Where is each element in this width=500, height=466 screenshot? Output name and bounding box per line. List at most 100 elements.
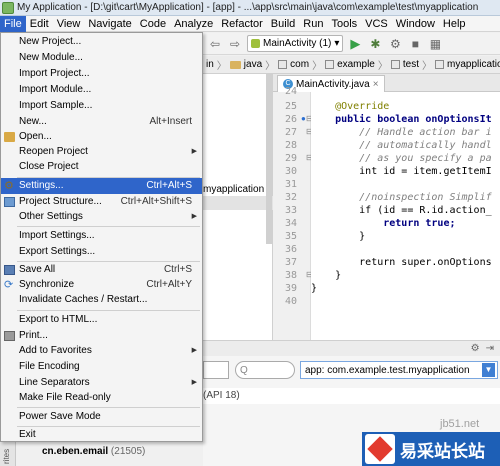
- code-line: // automatically handl: [311, 140, 492, 151]
- process-pid: (21505): [110, 446, 146, 457]
- hide-panel-icon[interactable]: ⇥: [486, 343, 494, 354]
- process-list-item[interactable]: cn.eben.email (21505): [42, 446, 145, 457]
- breadcrumb-item[interactable]: test: [388, 59, 422, 70]
- menu-item-new-module[interactable]: New Module...: [1, 50, 202, 66]
- tab-label: MainActivity.java: [296, 78, 370, 90]
- menu-window[interactable]: Window: [392, 16, 439, 32]
- menu-item-reopen-project[interactable]: Reopen Project ▶: [1, 144, 202, 160]
- menu-item-new-project[interactable]: New Project...: [1, 34, 202, 50]
- menu-item-other-settings[interactable]: Other Settings ▶: [1, 209, 202, 225]
- line-number: 36: [284, 244, 297, 255]
- watermark-brand: 易采站长站: [400, 441, 485, 462]
- menu-item-import-settings[interactable]: Import Settings...: [1, 228, 202, 244]
- menu-item-file-encoding[interactable]: File Encoding: [1, 359, 202, 375]
- menu-code[interactable]: Code: [136, 16, 170, 32]
- menu-item-import-project[interactable]: Import Project...: [1, 66, 202, 82]
- menu-analyze[interactable]: Analyze: [170, 16, 217, 32]
- menu-item-import-sample[interactable]: Import Sample...: [1, 98, 202, 114]
- favorites-tab-label: rites: [2, 448, 11, 464]
- menu-item-open[interactable]: Open...: [1, 129, 202, 145]
- menu-item-line-separators[interactable]: Line Separators ▶: [1, 375, 202, 391]
- tree-item-myapplication[interactable]: myapplication: [203, 184, 264, 195]
- project-tool-window: myapplication: [203, 74, 273, 356]
- menu-item-exit[interactable]: Exit: [1, 427, 202, 443]
- close-icon[interactable]: ×: [373, 79, 379, 90]
- watermark-badge: 易采站长站: [362, 432, 500, 466]
- sdk-manager-icon[interactable]: ▦: [427, 36, 443, 52]
- menu-vcs[interactable]: VCS: [361, 16, 392, 32]
- device-row[interactable]: (API 18): [203, 388, 500, 404]
- menu-item-make-read-only[interactable]: Make File Read-only: [1, 390, 202, 406]
- breadcrumb-separator: 〉: [265, 61, 276, 72]
- project-scrollbar[interactable]: [266, 74, 272, 244]
- code-line: //noinspection Simplif: [311, 192, 492, 203]
- menu-item-settings[interactable]: ⚙ Settings... Ctrl+Alt+S: [1, 178, 202, 194]
- project-structure-icon: [4, 197, 15, 207]
- run-icon[interactable]: ▶: [347, 36, 363, 52]
- menu-item-synchronize[interactable]: ⟳ Synchronize Ctrl+Alt+Y: [1, 277, 202, 293]
- code-line: return super.onOptions: [311, 257, 492, 268]
- code-editor[interactable]: @Override public boolean onOptionsIt // …: [311, 92, 500, 356]
- breadcrumb-item[interactable]: in: [203, 59, 217, 70]
- package-icon: [390, 60, 400, 69]
- attach-debugger-icon[interactable]: ⚙: [387, 36, 403, 52]
- menu-item-new[interactable]: New... Alt+Insert: [1, 114, 202, 130]
- log-level-dropdown[interactable]: [203, 361, 229, 379]
- selected-tree-row[interactable]: [203, 196, 273, 210]
- favorites-side-tab[interactable]: rites: [0, 440, 16, 466]
- code-line: @Override: [311, 101, 390, 112]
- menu-help[interactable]: Help: [439, 16, 470, 32]
- menu-navigate[interactable]: Navigate: [84, 16, 135, 32]
- menu-run[interactable]: Run: [299, 16, 327, 32]
- run-configuration-select[interactable]: MainActivity (1) ▾: [247, 35, 344, 52]
- line-number: 24: [284, 86, 297, 97]
- line-number: 30: [284, 166, 297, 177]
- breadcrumb-item[interactable]: myapplication: [432, 59, 500, 70]
- line-number: 29: [284, 153, 297, 164]
- menu-item-print[interactable]: Print...: [1, 328, 202, 344]
- menu-file[interactable]: File: [0, 15, 26, 32]
- debug-icon[interactable]: ✱: [367, 36, 383, 52]
- forward-arrow-icon[interactable]: ⇨: [227, 36, 243, 52]
- menu-build[interactable]: Build: [267, 16, 299, 32]
- package-icon: [325, 60, 335, 69]
- wrench-gear-icon: ⚙: [4, 180, 14, 192]
- menu-tools[interactable]: Tools: [327, 16, 361, 32]
- line-number: 32: [284, 192, 297, 203]
- android-studio-app-icon: [2, 1, 14, 14]
- line-number: 38: [284, 270, 297, 281]
- logcat-search-input[interactable]: Q: [235, 361, 295, 379]
- save-icon: [4, 265, 15, 275]
- breadcrumb-label: com: [290, 59, 310, 70]
- menu-refactor[interactable]: Refactor: [217, 16, 267, 32]
- menu-item-export-html[interactable]: Export to HTML...: [1, 312, 202, 328]
- menu-view[interactable]: View: [53, 16, 85, 32]
- watermark-url: jb51.net: [440, 418, 480, 430]
- stop-icon[interactable]: ■: [407, 36, 423, 52]
- line-number: 26: [284, 114, 297, 125]
- chevron-down-icon: ▾: [334, 38, 340, 49]
- window-title: My Application - [D:\git\cart\MyApplicat…: [17, 2, 479, 13]
- breadcrumb-label: test: [402, 59, 419, 70]
- menu-item-close-project[interactable]: Close Project: [1, 159, 202, 175]
- breadcrumb-separator: 〉: [216, 61, 227, 72]
- menu-item-project-structure[interactable]: Project Structure... Ctrl+Alt+Shift+S: [1, 194, 202, 210]
- settings-gear-icon[interactable]: ⚙: [471, 343, 480, 354]
- breadcrumb-label: java: [243, 59, 263, 70]
- menu-item-invalidate-caches[interactable]: Invalidate Caches / Restart...: [1, 292, 202, 308]
- code-line: // as you specify a pa: [311, 153, 492, 164]
- file-menu-dropdown: New Project... New Module... Import Proj…: [0, 32, 203, 442]
- breadcrumb-item[interactable]: java: [227, 59, 265, 70]
- menu-edit[interactable]: Edit: [26, 16, 53, 32]
- menu-item-power-save-mode[interactable]: Power Save Mode: [1, 409, 202, 425]
- breadcrumb-item[interactable]: example: [322, 59, 378, 70]
- menu-item-add-to-favorites[interactable]: Add to Favorites ▶: [1, 343, 202, 359]
- back-arrow-icon[interactable]: ⇦: [207, 36, 223, 52]
- menu-item-save-all[interactable]: Save All Ctrl+S: [1, 262, 202, 278]
- line-number: 40: [284, 296, 297, 307]
- breadcrumb-item[interactable]: com: [275, 59, 312, 70]
- menu-item-export-settings[interactable]: Export Settings...: [1, 244, 202, 260]
- line-number: 37: [284, 257, 297, 268]
- menu-item-import-module[interactable]: Import Module...: [1, 82, 202, 98]
- app-filter-select[interactable]: app: com.example.test.myapplication ▼: [300, 361, 498, 379]
